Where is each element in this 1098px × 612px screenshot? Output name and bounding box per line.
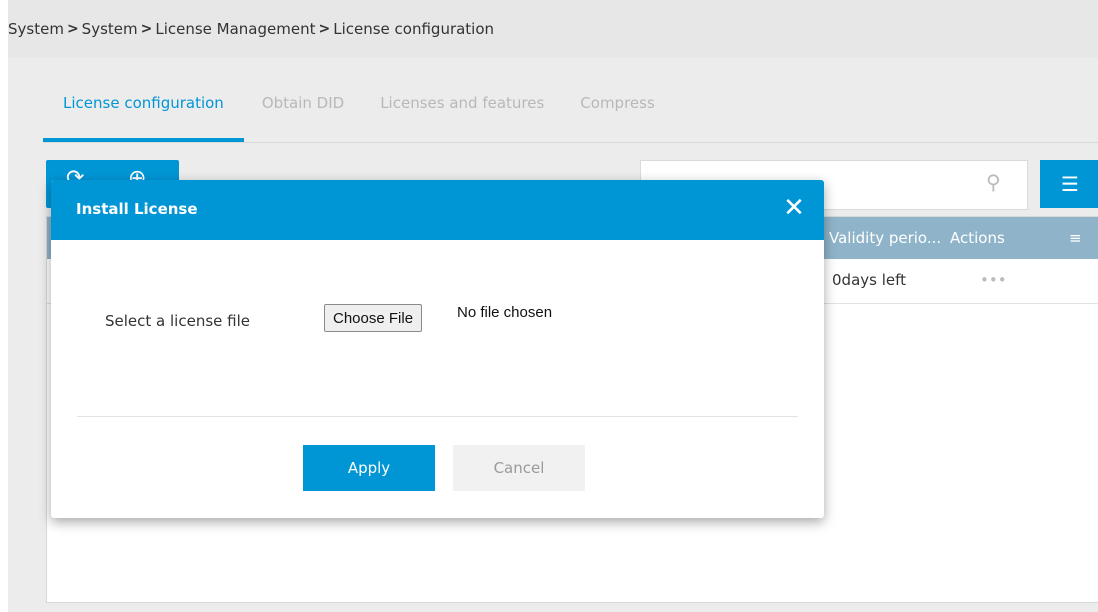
column-header-validity[interactable]: Validity perio...	[829, 229, 941, 247]
breadcrumb-separator: >	[318, 21, 331, 37]
search-icon[interactable]: ⚲	[986, 170, 1010, 194]
column-header-actions: Actions	[950, 229, 1005, 247]
validity-cell: 0days left	[832, 271, 907, 289]
apply-button[interactable]: Apply	[303, 445, 435, 491]
list-icon[interactable]: ≡	[1069, 229, 1082, 247]
breadcrumb-item[interactable]: System	[8, 20, 64, 38]
breadcrumb-current: License configuration	[333, 20, 495, 38]
choose-file-button[interactable]: Choose File	[324, 304, 423, 332]
breadcrumb-item[interactable]: License Management	[155, 20, 315, 38]
dialog-title: Install License	[76, 200, 198, 218]
file-status-text: No file chosen	[457, 304, 553, 321]
tab-licenses-and-features[interactable]: Licenses and features	[362, 84, 562, 142]
page-edge	[0, 0, 8, 612]
tab-compress[interactable]: Compress	[562, 84, 672, 142]
breadcrumb-item[interactable]: System	[82, 20, 138, 38]
install-license-dialog: Install License ✕ Select a license file …	[51, 180, 824, 518]
breadcrumb-separator: >	[140, 21, 153, 37]
tab-obtain-did[interactable]: Obtain DID	[244, 84, 362, 142]
tab-bar: License configuration Obtain DID License…	[43, 84, 1098, 143]
dialog-header: Install License ✕	[51, 180, 824, 240]
tab-license-configuration[interactable]: License configuration	[43, 84, 244, 142]
close-icon[interactable]: ✕	[780, 194, 808, 222]
row-actions-icon[interactable]: •••	[980, 271, 1007, 289]
cancel-button[interactable]: Cancel	[453, 445, 585, 491]
dialog-divider	[77, 416, 798, 417]
advanced-filter-icon: ☰	[1061, 172, 1079, 196]
breadcrumb-separator: >	[66, 21, 79, 37]
license-file-label: Select a license file	[105, 312, 250, 330]
advanced-filter-button[interactable]: ☰	[1040, 160, 1098, 208]
breadcrumb: System > System > License Management > L…	[8, 0, 1098, 58]
